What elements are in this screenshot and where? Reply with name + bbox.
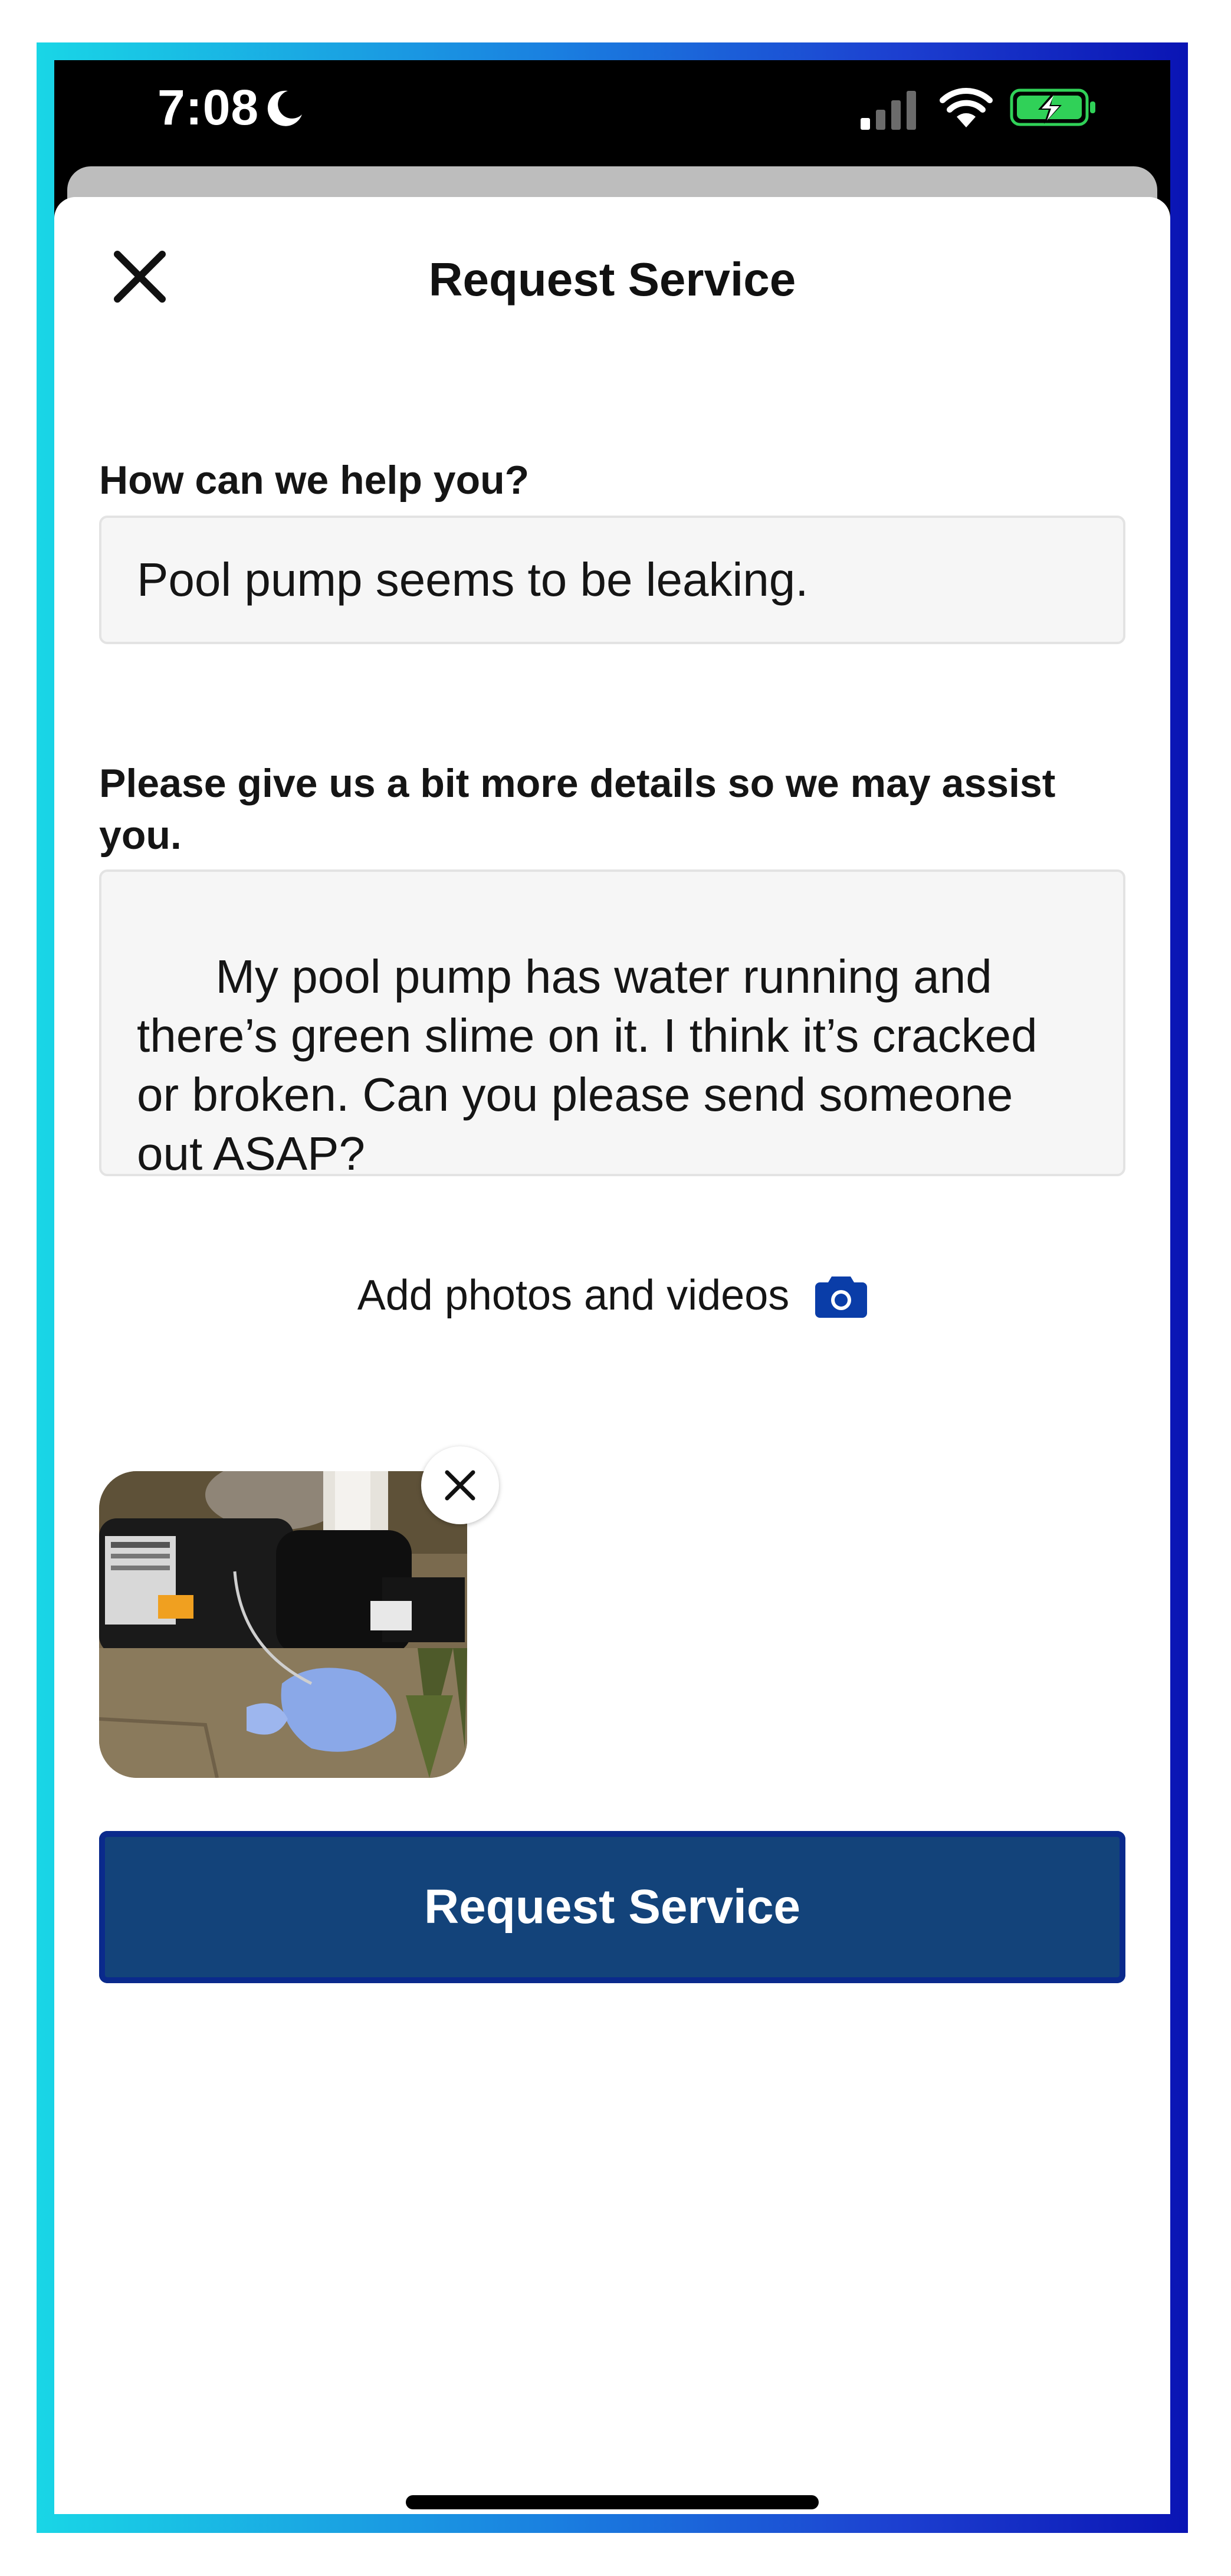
home-indicator[interactable] xyxy=(406,2495,819,2509)
attached-photo-thumbnail[interactable] xyxy=(99,1471,467,1778)
request-service-button-label: Request Service xyxy=(424,1880,801,1934)
request-service-button[interactable]: Request Service xyxy=(99,1831,1125,1983)
summary-input-value: Pool pump seems to be leaking. xyxy=(137,553,809,606)
moon-icon xyxy=(267,90,302,126)
details-textarea-value: My pool pump has water running and there… xyxy=(137,950,1051,1180)
status-time: 7:08 xyxy=(157,80,260,135)
add-photos-button[interactable]: Add photos and videos xyxy=(54,1273,1170,1318)
remove-photo-button[interactable] xyxy=(421,1446,499,1524)
summary-label: How can we help you? xyxy=(99,458,530,503)
camera-icon xyxy=(815,1276,868,1318)
page-title: Request Service xyxy=(428,253,796,306)
pool-pump-photo xyxy=(99,1471,467,1778)
request-service-sheet: Request Service How can we help you? Poo… xyxy=(54,197,1170,2514)
details-label: Please give us a bit more details so we … xyxy=(99,761,1056,858)
battery-charging-icon xyxy=(1010,88,1095,126)
wifi-icon xyxy=(940,88,993,127)
cellular-signal-icon xyxy=(861,91,916,130)
details-textarea[interactable]: My pool pump has water running and there… xyxy=(99,869,1125,1180)
add-photos-label: Add photos and videos xyxy=(357,1272,790,1319)
summary-input[interactable]: Pool pump seems to be leaking. xyxy=(99,516,1125,644)
status-bar: 7:08 xyxy=(54,60,1170,172)
phone-screen: 7:08 Request Service How can we help you… xyxy=(54,60,1170,2514)
close-icon xyxy=(445,1470,475,1501)
